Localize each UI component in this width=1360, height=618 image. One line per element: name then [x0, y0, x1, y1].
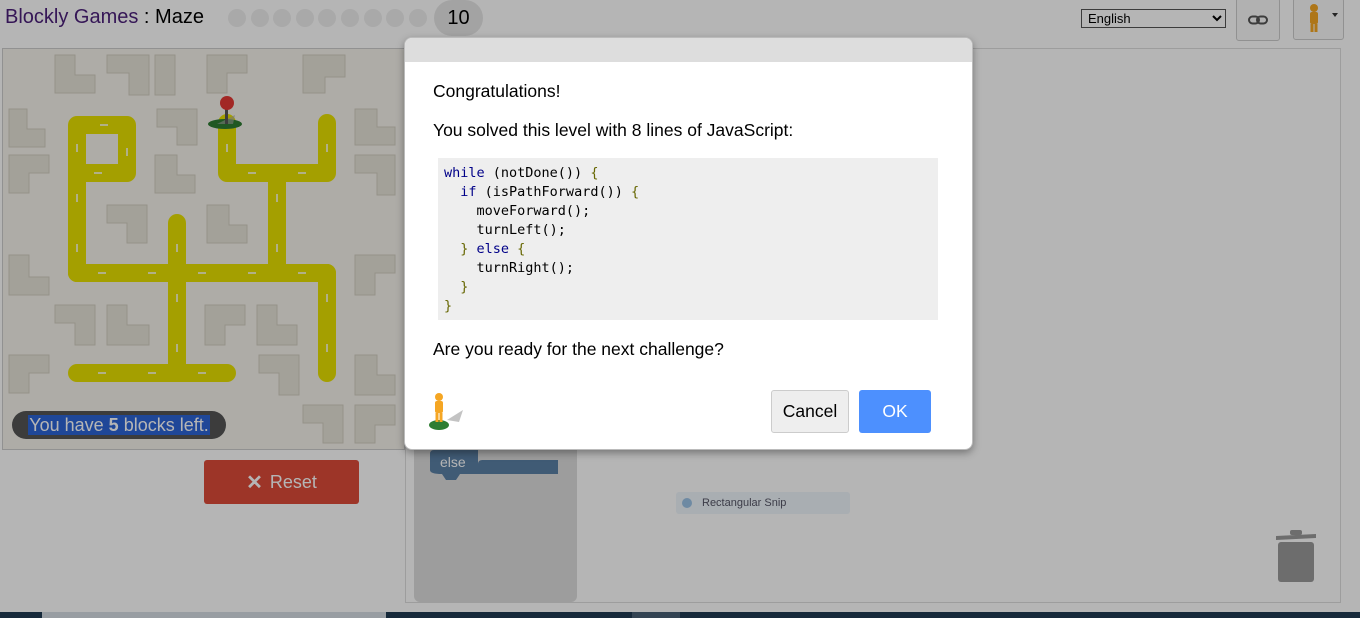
ok-button[interactable]: OK: [859, 390, 931, 433]
code-brace: {: [622, 184, 640, 200]
code-line: moveForward();: [476, 203, 591, 219]
code-keyword: if: [460, 184, 477, 200]
code-keyword: while: [444, 165, 485, 181]
pegman-icon: [429, 393, 463, 430]
code-brace: }: [460, 279, 469, 295]
code-line: turnRight();: [476, 260, 575, 276]
dialog-ready-text: Are you ready for the next challenge?: [433, 339, 724, 359]
code-line: turnLeft();: [476, 222, 566, 238]
congratulations-dialog: Congratulations! You solved this level w…: [404, 37, 973, 450]
dialog-solved-text: You solved this level with 8 lines of Ja…: [433, 120, 794, 140]
code-keyword: else: [468, 241, 510, 257]
code-brace: {: [582, 165, 599, 181]
code-brace: }: [444, 298, 453, 314]
code-brace: {: [509, 241, 526, 257]
code-text: (isPathForward()): [476, 184, 623, 200]
code-text: (notDone()): [484, 165, 583, 181]
dialog-congrats-text: Congratulations!: [433, 81, 561, 101]
solution-code-block: while (notDone()) { if (isPathForward())…: [438, 158, 938, 320]
cancel-button[interactable]: Cancel: [771, 390, 849, 433]
dialog-header-bar: [405, 38, 972, 62]
